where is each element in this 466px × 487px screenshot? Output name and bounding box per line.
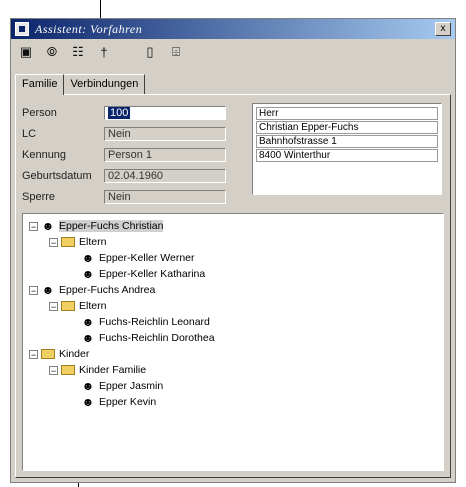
address-name: Christian Epper-Fuchs (256, 121, 438, 134)
tab-familie[interactable]: Familie (15, 74, 65, 95)
tree-node[interactable]: ☻ Epper-Keller Werner (25, 250, 441, 266)
collapse-icon[interactable]: − (29, 349, 38, 359)
person-value: 100 (108, 107, 131, 119)
geburtsdatum-label: Geburtsdatum (22, 170, 92, 182)
person-icon: ☻ (81, 395, 95, 409)
tree-node-label: Epper Kevin (99, 396, 157, 408)
lc-field: Nein (104, 127, 226, 141)
sperre-label: Sperre (22, 191, 56, 203)
new-document-icon[interactable]: ▯ (141, 43, 159, 61)
tree-node[interactable]: ☻ Epper Jasmin (25, 378, 441, 394)
person-icon: ☻ (41, 283, 55, 297)
preview-icon[interactable]: ⌹ (167, 43, 185, 61)
form-row-kennung: Kennung Person 1 (22, 147, 226, 163)
tree-node-label: Epper-Keller Katharina (99, 268, 206, 280)
person-icon: ☻ (81, 315, 95, 329)
family-tree: − ☻ Epper-Fuchs Christian − Eltern ☻ Epper-Kel… (22, 213, 444, 471)
tree-node-label: Fuchs-Reichlin Leonard (99, 316, 210, 328)
tree-node-label: Epper-Fuchs Andrea (59, 284, 156, 296)
folder-icon (61, 236, 75, 248)
window-title: Assistent: Vorfahren (35, 21, 143, 36)
search-icon[interactable]: ☷ (69, 43, 87, 61)
tree-node[interactable]: ☻ Epper-Keller Katharina (25, 266, 441, 282)
form-row-person: Person 100 (22, 105, 226, 121)
form-row-sperre: Sperre Nein (22, 189, 226, 205)
lc-label: LC (22, 128, 37, 140)
collapse-icon[interactable]: − (49, 237, 58, 247)
assistant-window: Assistent: Vorfahren x ▣ ⦾ ☷ † ▯ ⌹ Famil… (10, 18, 456, 483)
geburtsdatum-field: 02.04.1960 (104, 169, 226, 183)
collapse-icon[interactable]: − (29, 285, 38, 295)
person-icon: ☻ (41, 219, 55, 233)
address-street: Bahnhofstrasse 1 (256, 135, 438, 148)
view-icon[interactable]: ⦾ (43, 43, 61, 61)
tab-bar: Familie Verbindungen (15, 74, 146, 95)
person-label: Person (22, 107, 57, 119)
tree-node-label: Kinder Familie (79, 364, 147, 376)
tree-node[interactable]: − Eltern (25, 234, 441, 250)
tree-node-label: Epper Jasmin (99, 380, 164, 392)
tab-panel-familie: Person 100 LC Nein Kennung Person 1 Gebu… (15, 94, 451, 478)
form-row-geburtsdatum: Geburtsdatum 02.04.1960 (22, 168, 226, 184)
person-icon: ☻ (81, 331, 95, 345)
address-salutation: Herr (256, 107, 438, 120)
tree-node-label: Kinder (59, 348, 90, 360)
tree-node[interactable]: − Eltern (25, 298, 441, 314)
tree-node[interactable]: − ☻ Epper-Fuchs Christian (25, 218, 441, 234)
folder-icon (61, 364, 75, 376)
folder-icon (61, 300, 75, 312)
toolbar: ▣ ⦾ ☷ † ▯ ⌹ (11, 39, 455, 65)
tree-node-label: Epper-Fuchs Christian (59, 220, 164, 232)
tree-node[interactable]: ☻ Fuchs-Reichlin Dorothea (25, 330, 441, 346)
tree-node-label: Fuchs-Reichlin Dorothea (99, 332, 215, 344)
person-icon: ☻ (81, 267, 95, 281)
sperre-field: Nein (104, 190, 226, 204)
collapse-icon[interactable]: − (49, 301, 58, 311)
address-box: Herr Christian Epper-Fuchs Bahnhofstrass… (252, 103, 442, 195)
close-button[interactable]: x (435, 22, 451, 36)
tree-node[interactable]: − ☻ Epper-Fuchs Andrea (25, 282, 441, 298)
folder-icon (41, 348, 55, 360)
save-icon[interactable]: ▣ (17, 43, 35, 61)
person-icon: ☻ (81, 379, 95, 393)
title-bar: Assistent: Vorfahren x (11, 19, 455, 39)
kennung-label: Kennung (22, 149, 67, 161)
tree-node-label: Eltern (79, 236, 107, 248)
tree-node[interactable]: ☻ Fuchs-Reichlin Leonard (25, 314, 441, 330)
person-field[interactable]: 100 (104, 106, 226, 120)
pin-icon[interactable]: † (95, 43, 113, 61)
tab-verbindungen[interactable]: Verbindungen (63, 74, 146, 95)
app-icon (15, 22, 29, 36)
collapse-icon[interactable]: − (29, 221, 38, 231)
person-form: Person 100 LC Nein Kennung Person 1 Gebu… (22, 105, 226, 210)
tree-node[interactable]: − Kinder (25, 346, 441, 362)
kennung-field: Person 1 (104, 148, 226, 162)
tree-node-label: Eltern (79, 300, 107, 312)
tree-node[interactable]: − Kinder Familie (25, 362, 441, 378)
collapse-icon[interactable]: − (49, 365, 58, 375)
form-row-lc: LC Nein (22, 126, 226, 142)
tree-node-label: Epper-Keller Werner (99, 252, 195, 264)
person-icon: ☻ (81, 251, 95, 265)
address-city: 8400 Winterthur (256, 149, 438, 162)
tree-node[interactable]: ☻ Epper Kevin (25, 394, 441, 410)
